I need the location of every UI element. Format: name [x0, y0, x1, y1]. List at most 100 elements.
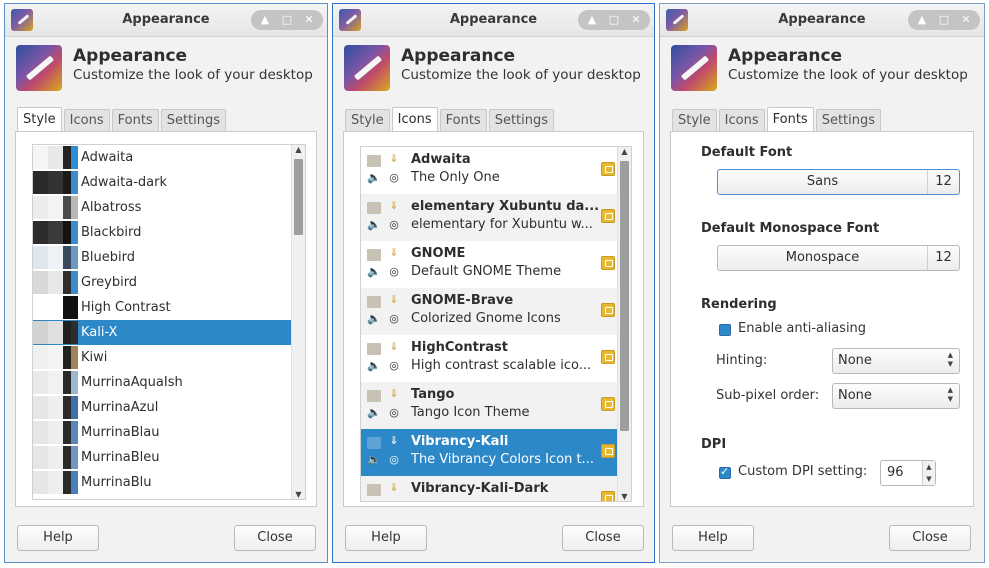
icon-theme-item[interactable]: ⇓ 🔈 ◎ Vibrancy-Kali-Dark: [361, 476, 617, 501]
style-scrollbar[interactable]: ▲ ▼: [291, 145, 305, 499]
style-list-item[interactable]: Bluebird: [33, 245, 291, 270]
window-controls: ▲ □ ✕: [251, 10, 323, 30]
titlebar[interactable]: Appearance ▲ □ ✕: [333, 4, 654, 37]
folder-icon: [367, 296, 381, 308]
help-button[interactable]: Help: [345, 525, 427, 551]
style-list-item[interactable]: MurrinaBlu: [33, 470, 291, 495]
theme-folder-badge-icon: [601, 256, 615, 270]
style-list-item-label: MurrinaAquaIsh: [81, 375, 183, 390]
dpi-value: 96: [887, 465, 904, 480]
style-list-item[interactable]: Greybird: [33, 270, 291, 295]
style-list-item-label: Kali-X: [81, 325, 118, 340]
custom-dpi-checkbox[interactable]: [719, 465, 731, 479]
tab-settings[interactable]: Settings: [488, 109, 555, 132]
shade-icon[interactable]: ▲: [255, 10, 275, 30]
tab-icons[interactable]: Icons: [718, 109, 765, 132]
theme-preview-swatch: [33, 446, 78, 469]
maximize-icon[interactable]: □: [934, 10, 954, 30]
maximize-icon[interactable]: □: [277, 10, 297, 30]
titlebar[interactable]: Appearance ▲ □ ✕: [5, 4, 327, 37]
tab-icons[interactable]: Icons: [391, 107, 438, 132]
titlebar[interactable]: Appearance ▲ □ ✕: [660, 4, 984, 37]
wheel-icon: ◎: [389, 453, 399, 466]
icon-theme-name: GNOME-Brave: [411, 293, 514, 308]
tab-bar: Style Icons Fonts Settings: [345, 107, 556, 132]
arrow-down-icon: ⇓: [389, 199, 399, 212]
tab-style[interactable]: Style: [672, 109, 717, 132]
close-icon[interactable]: ✕: [299, 10, 319, 30]
scroll-up-icon[interactable]: ▲: [292, 145, 305, 154]
icon-theme-item[interactable]: ⇓ 🔈 ◎ Adwaita The Only One: [361, 147, 617, 194]
theme-preview-swatch: [33, 371, 78, 394]
subpixel-select[interactable]: None ▲ ▼: [832, 383, 960, 409]
style-list-item[interactable]: Kiwi: [33, 345, 291, 370]
icon-theme-name: Vibrancy-Kali: [411, 434, 509, 449]
antialias-checkbox[interactable]: [719, 324, 731, 336]
tab-icons[interactable]: Icons: [63, 109, 110, 132]
scroll-thumb[interactable]: [294, 159, 303, 235]
theme-folder-badge-icon: [601, 350, 615, 364]
style-list[interactable]: MurrinaBlu MurrinaBleu MurrinaBlau MurrinaA…: [32, 144, 306, 500]
appearance-window-icons: Appearance ▲ □ ✕ Appearance Customize th…: [332, 3, 655, 563]
icon-theme-item[interactable]: ⇓ 🔈 ◎ elementary Xubuntu da... elementary fo…: [361, 194, 617, 241]
icons-scrollbar[interactable]: ▲ ▼: [617, 147, 631, 501]
default-font-button[interactable]: Sans 12: [717, 169, 960, 195]
tab-settings[interactable]: Settings: [160, 109, 227, 132]
tab-settings[interactable]: Settings: [815, 109, 882, 132]
style-list-item[interactable]: Blackbird: [33, 220, 291, 245]
icon-theme-item[interactable]: ⇓ 🔈 ◎ GNOME Default GNOME Theme: [361, 241, 617, 288]
theme-preview-swatch: [33, 271, 78, 294]
scroll-up-icon[interactable]: ▲: [618, 147, 631, 156]
style-list-item[interactable]: MurrinaAquaIsh: [33, 370, 291, 395]
icon-theme-name: GNOME: [411, 246, 466, 261]
tab-bar: Style Icons Fonts Settings: [17, 107, 228, 132]
close-icon[interactable]: ✕: [626, 10, 646, 30]
maximize-icon[interactable]: □: [604, 10, 624, 30]
style-list-item[interactable]: MurrinaBlau: [33, 420, 291, 445]
style-list-item-label: Blackbird: [81, 225, 142, 240]
style-list-item[interactable]: MurrinaAzul: [33, 395, 291, 420]
scroll-down-icon[interactable]: ▼: [292, 490, 305, 499]
tab-fonts[interactable]: Fonts: [111, 109, 159, 132]
style-list-item[interactable]: MurrinaBleu: [33, 445, 291, 470]
folder-icon: [367, 202, 381, 214]
scroll-thumb[interactable]: [620, 161, 629, 431]
hinting-select[interactable]: None ▲ ▼: [832, 348, 960, 374]
default-font-name: Sans: [806, 174, 839, 189]
dpi-spinbox[interactable]: 96 ▲ ▼: [880, 460, 936, 486]
tab-fonts[interactable]: Fonts: [766, 107, 814, 132]
tab-fonts[interactable]: Fonts: [439, 109, 487, 132]
speaker-icon: 🔈: [367, 265, 381, 278]
close-button[interactable]: Close: [562, 525, 644, 551]
speaker-icon: 🔈: [367, 359, 381, 372]
style-list-item[interactable]: Kali-X: [33, 320, 291, 345]
style-list-item[interactable]: Albatross: [33, 195, 291, 220]
close-button[interactable]: Close: [889, 525, 971, 551]
style-list-item[interactable]: Adwaita-dark: [33, 170, 291, 195]
theme-folder-badge-icon: [601, 491, 615, 501]
close-icon[interactable]: ✕: [956, 10, 976, 30]
spin-arrows-icon[interactable]: ▲ ▼: [922, 461, 935, 485]
close-button[interactable]: Close: [234, 525, 316, 551]
updown-icon: ▲ ▼: [947, 386, 953, 403]
theme-preview-swatch: [33, 171, 78, 194]
style-list-item[interactable]: Adwaita: [33, 145, 291, 170]
icon-theme-list[interactable]: ⇓ 🔈 ◎ Vibrancy-Kali-Dark ⇓ 🔈 ◎ Vibrancy-Kali The…: [360, 146, 632, 502]
folder-icon: [367, 437, 381, 449]
shade-icon[interactable]: ▲: [582, 10, 602, 30]
icon-theme-item[interactable]: ⇓ 🔈 ◎ Vibrancy-Kali The Vibrancy Colors Icon…: [361, 429, 617, 476]
help-button[interactable]: Help: [17, 525, 99, 551]
wheel-icon: ◎: [389, 406, 399, 419]
tab-style[interactable]: Style: [17, 107, 62, 132]
style-list-item[interactable]: High Contrast: [33, 295, 291, 320]
tab-style[interactable]: Style: [345, 109, 390, 132]
wheel-icon: ◎: [389, 265, 399, 278]
icon-theme-item[interactable]: ⇓ 🔈 ◎ HighContrast High contrast scalable ic…: [361, 335, 617, 382]
help-button[interactable]: Help: [672, 525, 754, 551]
hinting-label: Hinting:: [716, 353, 768, 368]
icon-theme-item[interactable]: ⇓ 🔈 ◎ Tango Tango Icon Theme: [361, 382, 617, 429]
shade-icon[interactable]: ▲: [912, 10, 932, 30]
icon-theme-item[interactable]: ⇓ 🔈 ◎ GNOME-Brave Colorized Gnome Icons: [361, 288, 617, 335]
scroll-down-icon[interactable]: ▼: [618, 492, 631, 501]
monospace-font-button[interactable]: Monospace 12: [717, 245, 960, 271]
